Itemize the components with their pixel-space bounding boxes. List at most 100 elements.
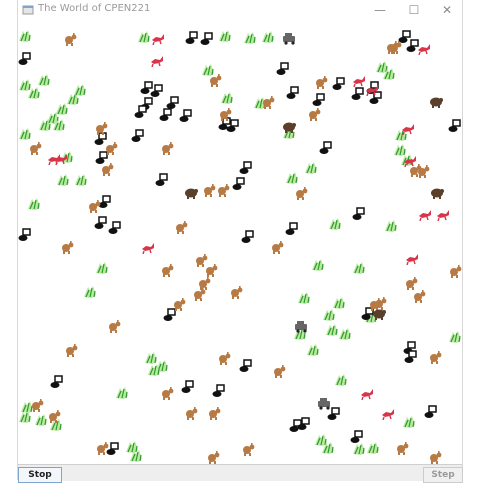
gnat-icon — [276, 62, 289, 75]
gnat-icon — [18, 52, 31, 65]
minimize-icon[interactable]: — — [364, 0, 396, 20]
java-app-icon — [22, 5, 34, 15]
grass-icon — [35, 414, 47, 426]
gnat-icon — [312, 93, 325, 106]
gnat-icon — [297, 417, 310, 430]
grass-icon — [307, 344, 319, 356]
gnat-icon — [286, 86, 299, 99]
grass-icon — [244, 32, 256, 44]
grass-icon — [312, 259, 324, 271]
grass-icon — [305, 162, 317, 174]
grass-icon — [38, 74, 50, 86]
gnat-icon — [155, 173, 168, 186]
rabbit-icon — [414, 290, 426, 303]
world-canvas — [18, 20, 462, 464]
rabbit-icon — [231, 286, 243, 299]
rabbit-icon — [162, 142, 174, 155]
rabbit-icon — [418, 165, 430, 178]
rabbit-icon — [162, 387, 174, 400]
rabbit-icon — [65, 33, 77, 46]
close-icon[interactable]: ✕ — [431, 0, 463, 20]
gnat-icon — [424, 405, 437, 418]
grass-icon — [84, 286, 96, 298]
gnat-icon — [212, 384, 225, 397]
title-bar[interactable]: The World of CPEN221 — ☐ ✕ — [18, 0, 462, 20]
grass-icon — [28, 87, 40, 99]
rabbit-icon — [162, 264, 174, 277]
fox-icon — [404, 156, 416, 167]
fox-icon — [353, 76, 365, 87]
grass-icon — [335, 374, 347, 386]
grass-icon — [130, 450, 142, 462]
grass-icon — [385, 220, 397, 232]
rabbit-icon — [272, 241, 284, 254]
rabbit-icon — [102, 163, 114, 176]
gnat-icon — [181, 380, 194, 393]
gnat-icon — [232, 177, 245, 190]
rabbit-icon — [263, 96, 275, 109]
fox-icon — [142, 243, 154, 254]
gnat-icon — [108, 221, 121, 234]
rabbit-icon — [206, 264, 218, 277]
rabbit-icon — [316, 76, 328, 89]
grass-icon — [286, 172, 298, 184]
grass-icon — [96, 262, 108, 274]
car-icon — [318, 398, 330, 410]
rabbit-icon — [30, 142, 42, 155]
gnat-icon — [319, 141, 332, 154]
grass-icon — [138, 31, 150, 43]
gnat-icon — [448, 119, 461, 132]
rabbit-icon — [274, 365, 286, 378]
gnat-icon — [352, 207, 365, 220]
grass-icon — [221, 92, 233, 104]
gnat-icon — [285, 222, 298, 235]
grass-icon — [74, 84, 86, 96]
step-button[interactable]: Step — [423, 467, 463, 483]
rabbit-icon — [106, 142, 118, 155]
grass-icon — [298, 292, 310, 304]
control-bar: Stop Step — [18, 464, 463, 483]
rabbit-icon — [450, 265, 462, 278]
rabbit-icon — [204, 184, 216, 197]
gnat-icon — [185, 31, 198, 44]
grass-icon — [383, 68, 395, 80]
bear-icon — [430, 97, 443, 108]
fox-icon — [406, 254, 418, 265]
bear-icon — [283, 122, 296, 133]
gnat-icon — [200, 32, 213, 45]
grass-icon — [219, 30, 231, 42]
fox-icon — [419, 210, 431, 221]
fox-icon — [402, 124, 414, 135]
stop-button[interactable]: Stop — [18, 467, 62, 483]
grass-icon — [353, 443, 365, 455]
grass-icon — [449, 331, 461, 343]
rabbit-icon — [97, 442, 109, 455]
grass-icon — [116, 387, 128, 399]
grass-icon — [323, 309, 335, 321]
grass-icon — [53, 119, 65, 131]
rabbit-icon — [390, 41, 402, 54]
fox-icon — [48, 154, 60, 165]
gnat-icon — [134, 105, 147, 118]
fox-icon — [382, 409, 394, 420]
rabbit-icon — [176, 221, 188, 234]
rabbit-icon — [430, 451, 442, 464]
grass-icon — [262, 31, 274, 43]
bear-icon — [185, 188, 198, 199]
gnat-icon — [332, 77, 345, 90]
gnat-icon — [166, 96, 179, 109]
maximize-icon[interactable]: ☐ — [398, 0, 430, 20]
rabbit-icon — [32, 399, 44, 412]
grass-icon — [19, 30, 31, 42]
rabbit-icon — [397, 442, 409, 455]
grass-icon — [322, 442, 334, 454]
gnat-icon — [94, 216, 107, 229]
rabbit-icon — [218, 184, 230, 197]
grass-icon — [19, 128, 31, 140]
rabbit-icon — [109, 320, 121, 333]
gnat-icon — [239, 161, 252, 174]
gnat-icon — [404, 350, 417, 363]
fox-icon — [437, 210, 449, 221]
gnat-icon — [241, 230, 254, 243]
car-icon — [295, 321, 307, 333]
